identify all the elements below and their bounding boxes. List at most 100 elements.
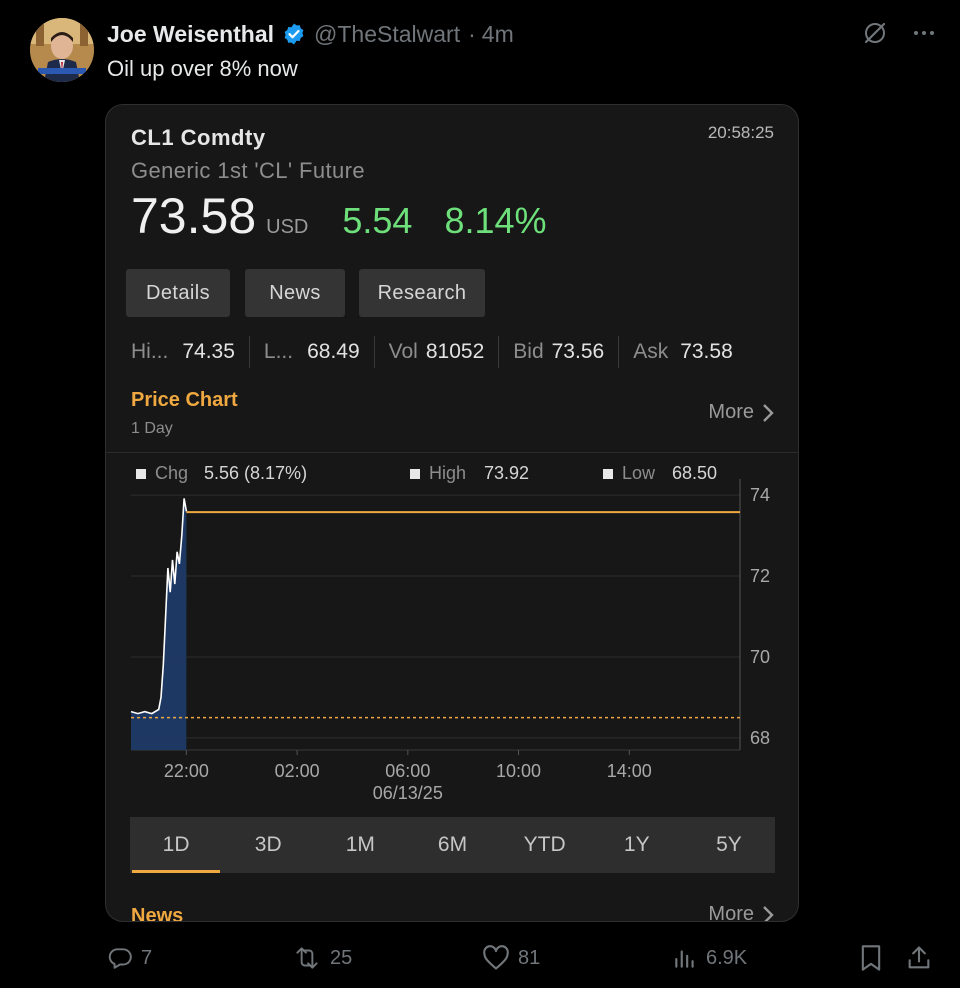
price-chart-title: Price Chart [131,389,238,411]
bookmark-icon [861,945,881,971]
price-chart-period: 1 Day [131,420,173,437]
currency-label: USD [266,216,309,238]
stat-bid: Bid 73.56 [513,340,604,364]
stat-volume-label: Vol [388,340,418,363]
stat-volume-value: 81052 [425,340,485,363]
more-label: More [708,401,754,423]
period-tab-3d[interactable]: 3D [222,817,314,873]
bookmark-button[interactable] [858,940,884,976]
repost-icon [296,947,318,969]
reply-button[interactable]: 7 [107,940,152,976]
stat-ask: Ask 73.58 [633,340,733,364]
like-count: 81 [518,946,541,969]
more-options-icon[interactable] [912,21,936,45]
period-tab-6m[interactable]: 6M [406,817,498,873]
stat-bid-label: Bid [513,340,544,363]
verified-badge-icon [282,22,306,46]
tweet-header: Joe Weisenthal @TheStalwart · 4m [107,20,514,48]
reply-icon [108,948,132,969]
x-tick-label: 22:00 [164,761,209,781]
x-tick-label: 10:00 [496,761,541,781]
news-more-link[interactable]: More [708,903,774,922]
period-tab-5y[interactable]: 5Y [683,817,775,873]
percent-change: 8.14% [444,200,547,241]
tweet-top-actions [862,20,936,46]
avatar-image [30,18,94,82]
avatar[interactable] [30,18,94,82]
news-button[interactable]: News [245,269,345,317]
y-tick-label: 70 [750,647,770,667]
price-chart-more-link[interactable]: More [708,401,774,424]
stat-ask-value: 73.58 [680,340,733,363]
legend-label: Low [622,463,656,483]
last-price: 73.58 [131,188,257,244]
period-tabs: 1D 3D 1M 6M YTD 1Y 5Y [130,817,775,873]
like-button[interactable]: 81 [482,940,540,976]
quote-card-image[interactable]: CL1 Comdty 20:58:25 Generic 1st 'CL' Fut… [105,104,799,922]
tweet-text: Oil up over 8% now [107,56,298,81]
period-tab-1y[interactable]: 1Y [591,817,683,873]
price-chart: 74 72 70 68 22:00 02:00 06:00 10:00 14:00 06/13/2… [106,453,798,803]
repost-button[interactable]: 25 [292,940,352,976]
stat-high-value: 74.35 [182,340,235,363]
legend-swatch [136,469,146,479]
news-section-title: News [131,905,184,922]
x-tick-label: 14:00 [607,761,652,781]
date-label: 06/13/25 [373,783,443,803]
views-icon [675,950,694,968]
legend-value: 5.56 (8.17%) [204,463,307,483]
author-name[interactable]: Joe Weisenthal [107,21,274,48]
heart-icon [483,945,509,970]
legend-value: 68.50 [672,463,717,483]
period-tab-ytd[interactable]: YTD [499,817,591,873]
stat-low-label: L... [263,340,294,363]
legend-swatch [410,469,420,479]
chevron-right-icon [763,403,774,422]
tweet-action-bar: 7 25 81 6.9K [0,940,960,976]
price-row: 73.58 USD 5.54 8.14% [131,187,547,245]
price-chart-svg: 74 72 70 68 22:00 02:00 06:00 10:00 14:00 06/13/2… [130,463,770,803]
stat-low-value: 68.49 [307,340,360,363]
repost-count: 25 [330,946,353,969]
divider [618,336,620,368]
reply-count: 7 [141,946,153,969]
details-button[interactable]: Details [126,269,230,317]
y-tick-label: 72 [750,566,770,586]
x-tick-label: 06:00 [385,761,430,781]
security-description: Generic 1st 'CL' Future [131,158,366,183]
research-button[interactable]: Research [359,269,485,317]
stat-ask-label: Ask [633,340,669,363]
author-handle[interactable]: @TheStalwart [314,21,460,48]
divider [373,336,375,368]
net-change: 5.54 [342,200,413,241]
view-count: 6.9K [706,946,748,969]
share-button[interactable] [905,940,933,976]
x-tick-label: 02:00 [275,761,320,781]
legend-label: High [429,463,466,483]
dot-separator: · [468,20,476,47]
divider [248,336,250,368]
grok-icon[interactable] [862,20,888,46]
price-area [131,498,187,750]
share-icon [908,946,930,969]
legend-swatch [603,469,613,479]
period-tab-1m[interactable]: 1M [314,817,406,873]
legend-label: Chg [155,463,188,483]
y-tick-label: 68 [750,728,770,748]
stat-bid-value: 73.56 [551,340,605,363]
tweet-age[interactable]: 4m [482,21,514,48]
chevron-right-icon [763,905,774,921]
views-button[interactable]: 6.9K [672,940,747,976]
divider [498,336,500,368]
stat-low: L... 68.49 [264,340,360,364]
stats-row: Hi... 74.35 L... 68.49 Vol 81052 Bid 73.… [131,335,775,369]
period-tab-1d[interactable]: 1D [130,817,222,873]
y-tick-label: 74 [750,485,770,505]
stat-high: Hi... 74.35 [131,340,235,364]
legend-value: 73.92 [484,463,529,483]
ticker-symbol: CL1 Comdty [131,125,266,150]
stat-high-label: Hi... [131,340,169,363]
more-label: More [708,903,754,922]
quote-time: 20:58:25 [707,123,774,142]
stat-volume: Vol 81052 [389,340,485,364]
